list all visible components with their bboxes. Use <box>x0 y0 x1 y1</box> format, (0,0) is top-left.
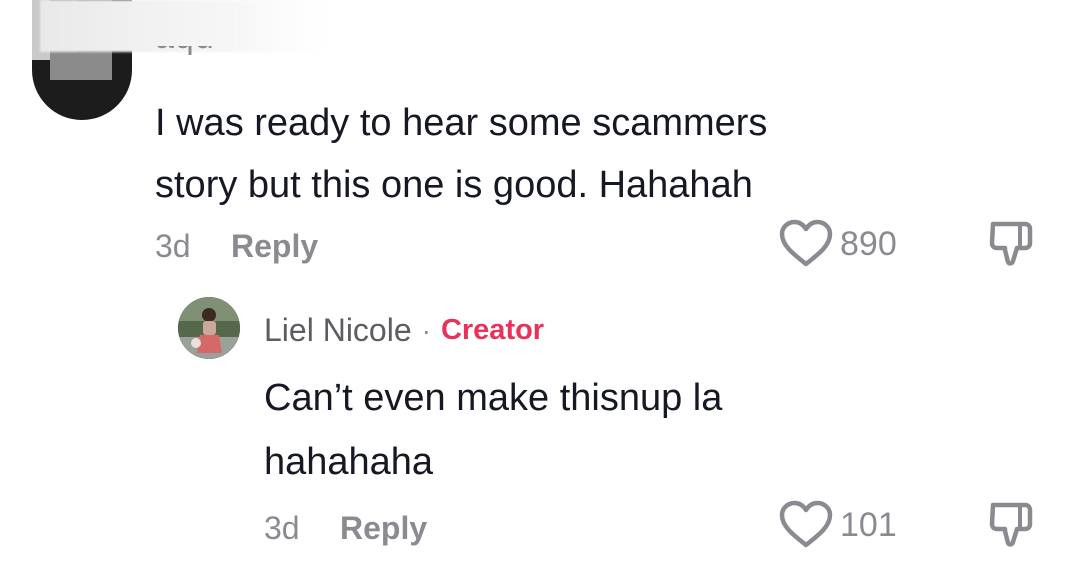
reply-text-line: hahahaha <box>264 441 434 483</box>
thumbs-down-icon <box>989 221 1033 266</box>
comment-age: 3d <box>155 228 191 264</box>
comment-text-line: story but this one is good. Hahahah <box>155 164 753 206</box>
creator-avatar[interactable] <box>178 297 240 359</box>
reply-like-button[interactable]: 101 <box>778 500 897 550</box>
reply-age: 3d <box>264 510 300 546</box>
comment-reply-button[interactable]: Reply <box>231 228 318 265</box>
heart-outline-icon <box>779 219 833 267</box>
comment-like-count: 890 <box>840 224 897 263</box>
creator-avatar-image <box>178 297 240 359</box>
reply-reply-button[interactable]: Reply <box>340 510 427 547</box>
comment-like-button[interactable]: 890 <box>778 219 897 269</box>
creator-username[interactable]: Liel Nicole <box>264 312 412 349</box>
reply-text-line: Can’t even make thisnup la <box>264 377 723 419</box>
comment-text: I was ready to hear some scammers story … <box>155 92 915 216</box>
commenter-username[interactable]: aqu <box>155 46 245 60</box>
reply-dislike-button[interactable] <box>987 500 1039 553</box>
thumbs-down-icon <box>989 502 1033 547</box>
redacted-username-area <box>40 0 325 52</box>
comment-text-line: I was ready to hear some scammers <box>155 102 768 144</box>
comment-dislike-button[interactable] <box>987 219 1039 272</box>
name-separator: · <box>421 314 431 346</box>
reply-text: Can’t even make thisnup la hahahaha <box>264 366 864 494</box>
reply-like-count: 101 <box>840 505 897 544</box>
creator-badge: Creator <box>440 314 545 346</box>
reply-header: Liel Nicole · Creator <box>264 312 544 349</box>
heart-outline-icon <box>779 500 833 548</box>
